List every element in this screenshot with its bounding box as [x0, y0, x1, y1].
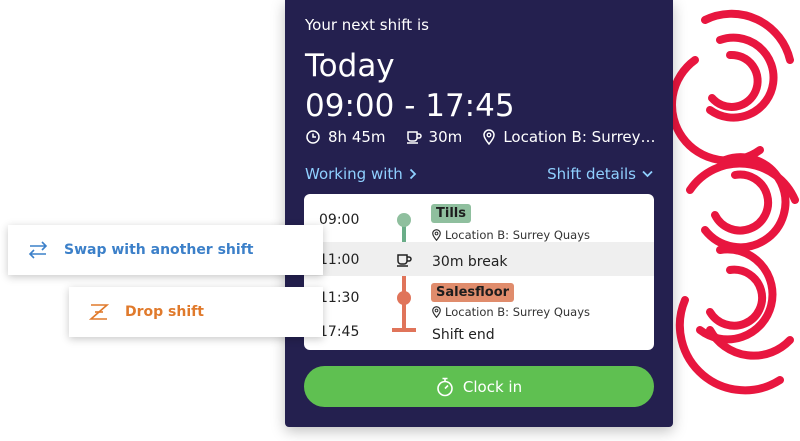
row-location-text: Location B: Surrey Quays — [445, 305, 591, 319]
salesfloor-dot — [397, 291, 411, 305]
pin-icon — [432, 229, 441, 241]
clock-in-label: Clock in — [462, 377, 523, 396]
shift-end-label: Shift end — [432, 327, 495, 343]
swap-shift-button[interactable]: Swap with another shift — [8, 225, 323, 275]
shift-details-link[interactable]: Shift details — [547, 165, 653, 183]
duration-value: 8h 45m — [328, 128, 386, 146]
drop-shift-button[interactable]: Drop shift — [69, 287, 323, 337]
row-location: Location B: Surrey Quays — [432, 228, 590, 242]
swap-arrows-icon — [26, 238, 50, 262]
tills-line — [402, 226, 406, 242]
row-location: Location B: Surrey Quays — [432, 305, 590, 319]
salesfloor-tag: Salesfloor — [431, 283, 515, 302]
break-group: 30m — [406, 128, 463, 146]
shift-end-cap — [392, 328, 416, 332]
shift-card: Your next shift is Today 09:00 - 17:45 8… — [285, 0, 673, 427]
row-time: 17:45 — [319, 324, 360, 340]
shift-meta: 8h 45m 30m Location B: Surrey Qu... — [305, 128, 660, 146]
drop-shift-icon — [87, 300, 111, 324]
shift-details-label: Shift details — [547, 165, 636, 183]
duration-group: 8h 45m — [305, 128, 386, 146]
card-links: Working with Shift details — [305, 165, 653, 183]
clock-icon — [305, 129, 321, 145]
stopwatch-icon — [437, 377, 453, 396]
chevron-right-icon — [409, 168, 417, 180]
break-value: 30m — [428, 128, 463, 146]
working-with-link[interactable]: Working with — [305, 165, 417, 183]
shift-timeline: 09:00 Tills Location B: Surrey Quays 11:… — [304, 194, 654, 350]
row-location-text: Location B: Surrey Quays — [445, 228, 591, 242]
tills-tag: Tills — [431, 204, 471, 223]
pin-icon — [432, 306, 441, 318]
row-time: 11:30 — [319, 290, 360, 306]
shift-day: Today — [305, 48, 395, 84]
break-label: 30m break — [432, 254, 508, 270]
clock-in-button[interactable]: Clock in — [304, 366, 654, 407]
chevron-down-icon — [642, 170, 653, 178]
coffee-icon — [406, 129, 422, 145]
coffee-icon — [396, 252, 412, 271]
swap-shift-label: Swap with another shift — [64, 242, 254, 258]
row-time: 09:00 — [319, 212, 360, 228]
tills-dot — [397, 213, 411, 227]
stage: Your next shift is Today 09:00 - 17:45 8… — [0, 0, 800, 441]
shift-time-range: 09:00 - 17:45 — [305, 88, 515, 124]
next-shift-label: Your next shift is — [305, 16, 429, 34]
drop-shift-label: Drop shift — [125, 304, 204, 320]
working-with-label: Working with — [305, 165, 403, 183]
pin-icon — [482, 129, 496, 145]
row-time: 11:00 — [319, 252, 360, 268]
location-group: Location B: Surrey Qu... — [482, 128, 660, 146]
location-value: Location B: Surrey Qu... — [503, 128, 660, 146]
